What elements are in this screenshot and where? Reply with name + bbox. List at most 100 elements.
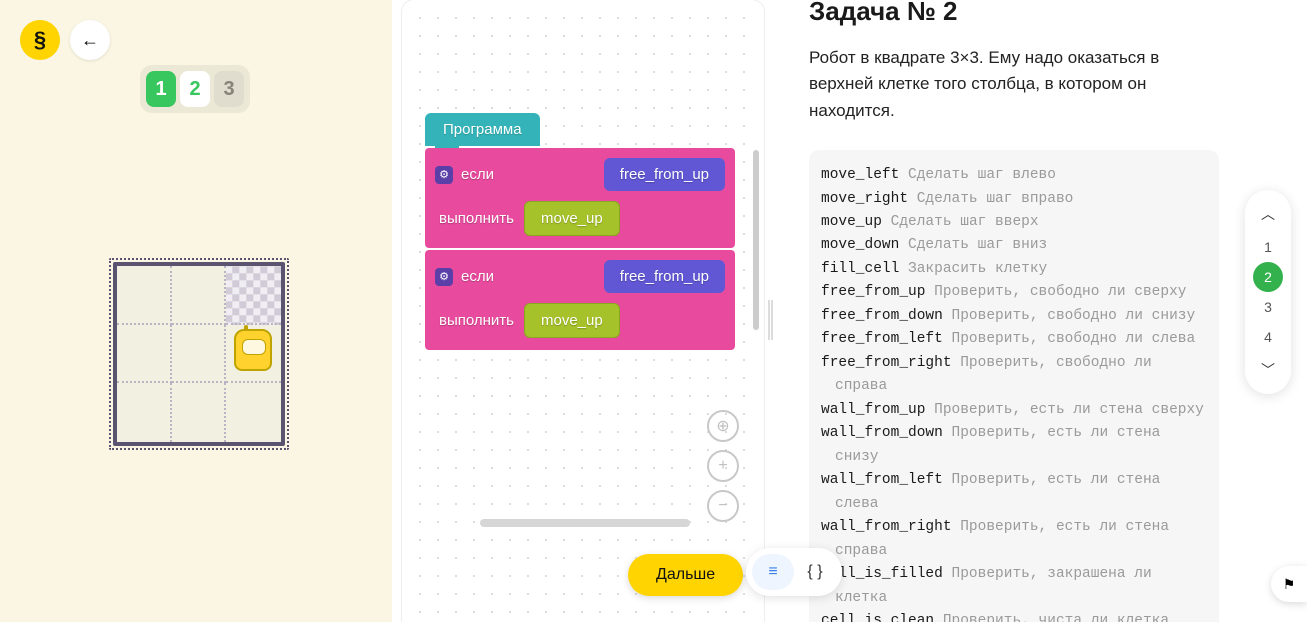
cell (172, 266, 227, 325)
command-row: move_up Сделать шаг вверх (821, 211, 1207, 234)
command-name: cell_is_clean (821, 613, 943, 622)
command-desc: Проверить, есть ли стена (960, 519, 1169, 535)
if-block-2[interactable]: ⚙ если free_from_up выполнить move_up (425, 250, 735, 350)
logo[interactable]: § (20, 20, 60, 60)
section-nav-item-2[interactable]: 2 (1253, 262, 1283, 292)
program-block-stack[interactable]: Программа ⚙ если free_from_up выполнить … (425, 113, 735, 350)
exec-label: выполнить (439, 210, 514, 227)
command-name: wall_from_left (821, 472, 952, 488)
command-row: wall_from_up Проверить, есть ли стена св… (821, 399, 1207, 422)
command-desc: Проверить, свободно ли (960, 355, 1151, 371)
command-desc: Сделать шаг вверх (891, 214, 1039, 230)
command-desc: Проверить, свободно ли слева (952, 331, 1196, 347)
cell (172, 383, 227, 442)
task-title: Задача № 2 (809, 0, 1236, 27)
gear-icon[interactable]: ⚙ (435, 166, 453, 184)
action-block[interactable]: move_up (524, 303, 620, 338)
command-desc: Сделать шаг вниз (908, 237, 1047, 253)
cell (117, 325, 172, 384)
cell-target (226, 266, 281, 325)
command-row: wall_from_left Проверить, есть ли стена (821, 469, 1207, 492)
exec-label: выполнить (439, 312, 514, 329)
section-nav-item-3[interactable]: 3 (1253, 292, 1283, 322)
cell (117, 383, 172, 442)
vertical-scrollbar[interactable] (753, 150, 759, 330)
command-desc: Проверить, чиста ли клетка (943, 613, 1169, 622)
command-desc: Проверить, свободно ли сверху (934, 284, 1186, 300)
command-desc: Проверить, есть ли стена (952, 425, 1161, 441)
command-row: move_left Сделать шаг влево (821, 164, 1207, 187)
program-block[interactable]: Программа (425, 113, 540, 146)
condition-block[interactable]: free_from_up (604, 260, 725, 293)
command-row: free_from_down Проверить, свободно ли сн… (821, 305, 1207, 328)
task-description: Робот в квадрате 3×3. Ему надо оказаться… (809, 45, 1169, 124)
commands-reference: move_left Сделать шаг влевоmove_right Сд… (809, 150, 1219, 622)
command-name: move_left (821, 167, 908, 183)
code-mode-button[interactable]: { } (794, 554, 836, 590)
command-name: free_from_up (821, 284, 934, 300)
command-name: wall_from_right (821, 519, 960, 535)
command-row: free_from_left Проверить, свободно ли сл… (821, 328, 1207, 351)
command-row: fill_cell Закрасить клетку (821, 258, 1207, 281)
back-button[interactable]: ← (70, 20, 110, 60)
command-row: cell_is_filled Проверить, закрашена ли (821, 563, 1207, 586)
left-panel: § ← 1 2 3 (0, 0, 392, 622)
command-desc: Проверить, есть ли стена (952, 472, 1161, 488)
command-desc: Проверить, закрашена ли (952, 566, 1152, 582)
action-block[interactable]: move_up (524, 201, 620, 236)
command-name: free_from_left (821, 331, 952, 347)
command-row: cell_is_clean Проверить, чиста ли клетка (821, 610, 1207, 622)
command-desc-cont: справа (821, 540, 1207, 563)
if-block-1[interactable]: ⚙ если free_from_up выполнить move_up (425, 148, 735, 248)
command-desc: Сделать шаг вправо (917, 191, 1074, 207)
text-mode-button[interactable]: ≡ (752, 554, 794, 590)
nav-up-icon[interactable]: ︿ (1257, 200, 1279, 228)
command-row: move_down Сделать шаг вниз (821, 234, 1207, 257)
if-label: если (461, 166, 494, 183)
nav-down-icon[interactable]: ﹀ (1257, 356, 1279, 384)
command-desc: Сделать шаг влево (908, 167, 1056, 183)
zoom-out-button[interactable]: − (707, 490, 739, 522)
tab-1[interactable]: 1 (146, 71, 176, 107)
command-desc: Проверить, есть ли стена сверху (934, 402, 1204, 418)
command-row: wall_from_right Проверить, есть ли стена (821, 516, 1207, 539)
if-label: если (461, 268, 494, 285)
section-nav-item-4[interactable]: 4 (1253, 322, 1283, 352)
command-row: move_right Сделать шаг вправо (821, 188, 1207, 211)
command-name: move_right (821, 191, 917, 207)
command-desc-cont: клетка (821, 587, 1207, 610)
horizontal-scrollbar[interactable] (480, 519, 690, 527)
command-name: wall_from_up (821, 402, 934, 418)
condition-block[interactable]: free_from_up (604, 158, 725, 191)
command-desc: Проверить, свободно ли снизу (952, 308, 1196, 324)
zoom-in-button[interactable]: + (707, 450, 739, 482)
recenter-button[interactable]: ⊕ (707, 410, 739, 442)
view-mode-toggle: ≡ { } (746, 548, 842, 596)
next-button[interactable]: Дальше (628, 554, 743, 596)
tab-3[interactable]: 3 (214, 71, 244, 107)
command-row: free_from_right Проверить, свободно ли (821, 352, 1207, 375)
command-desc-cont: слева (821, 493, 1207, 516)
header-controls: § ← (20, 20, 110, 60)
block-canvas[interactable]: Программа ⚙ если free_from_up выполнить … (407, 5, 759, 617)
robot-icon (234, 329, 272, 379)
flag-button[interactable]: ⚑ (1271, 566, 1307, 602)
command-row: wall_from_down Проверить, есть ли стена (821, 422, 1207, 445)
cell (117, 266, 172, 325)
command-desc-cont: справа (821, 375, 1207, 398)
command-row: free_from_up Проверить, свободно ли свер… (821, 281, 1207, 304)
command-name: free_from_down (821, 308, 952, 324)
cell (172, 325, 227, 384)
command-desc-cont: снизу (821, 446, 1207, 469)
step-tabs: 1 2 3 (140, 65, 250, 113)
section-nav-item-1[interactable]: 1 (1253, 232, 1283, 262)
command-name: wall_from_down (821, 425, 952, 441)
command-name: fill_cell (821, 261, 908, 277)
tab-2[interactable]: 2 (180, 71, 210, 107)
block-editor-panel: Программа ⚙ если free_from_up выполнить … (402, 0, 764, 622)
command-desc: Закрасить клетку (908, 261, 1047, 277)
robot-grid (113, 262, 285, 446)
panel-resize-handle[interactable] (768, 300, 773, 340)
command-name: move_up (821, 214, 891, 230)
gear-icon[interactable]: ⚙ (435, 268, 453, 286)
